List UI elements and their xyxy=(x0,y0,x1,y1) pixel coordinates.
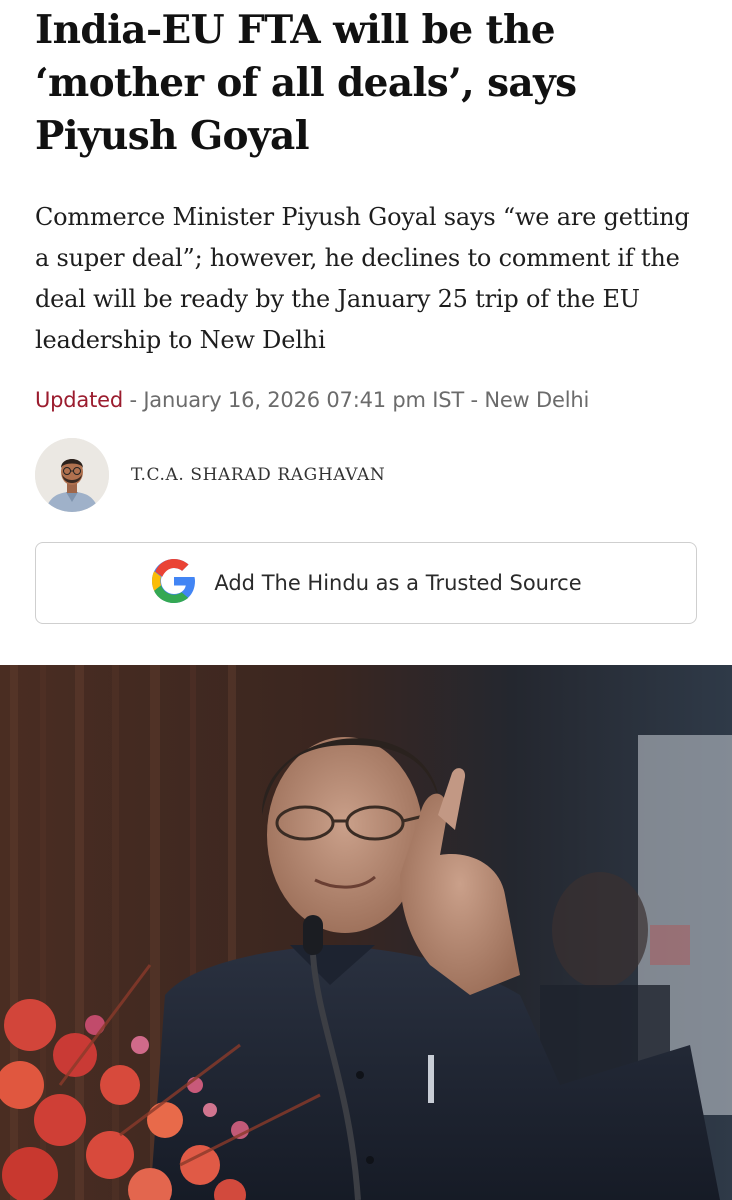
trusted-source-label: Add The Hindu as a Trusted Source xyxy=(214,571,582,595)
google-g-icon xyxy=(150,557,198,609)
article-photo xyxy=(0,665,732,1200)
updated-label: Updated xyxy=(35,388,123,412)
add-trusted-source-button[interactable]: Add The Hindu as a Trusted Source xyxy=(35,542,697,624)
article-meta: Updated - January 16, 2026 07:41 pm IST … xyxy=(35,388,697,412)
article-header: India-EU FTA will be the ‘mother of all … xyxy=(0,0,732,624)
standfirst: Commerce Minister Piyush Goyal says “we … xyxy=(35,203,690,354)
headline: India-EU FTA will be the ‘mother of all … xyxy=(35,7,577,159)
author-name[interactable]: T.C.A. SHARAD RAGHAVAN xyxy=(131,465,385,485)
dateline: - January 16, 2026 07:41 pm IST - New De… xyxy=(122,388,590,412)
author-byline[interactable]: T.C.A. SHARAD RAGHAVAN xyxy=(35,436,697,514)
author-avatar[interactable] xyxy=(35,438,109,512)
